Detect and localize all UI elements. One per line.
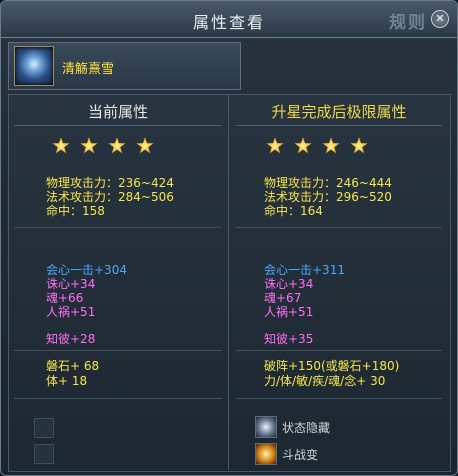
current-star-rating [52, 137, 164, 158]
section-divider [14, 398, 222, 399]
star-icon [108, 137, 126, 154]
section-divider [14, 350, 222, 351]
stat-line: 人祸+51 [46, 305, 96, 319]
stat-line: 人祸+51 [264, 305, 314, 319]
stat-line: 体+ 18 [46, 374, 88, 388]
status-slot-icon [34, 418, 54, 438]
stat-line: 知彼+28 [46, 332, 96, 346]
battle-slot-icon [34, 444, 54, 464]
star-icon [52, 137, 70, 154]
star-icon [266, 137, 284, 154]
star-icon [350, 137, 368, 154]
max-star-rating [266, 137, 378, 158]
item-name: 清觞熹雪 [62, 62, 115, 77]
rules-button[interactable]: 规则 [389, 8, 427, 33]
close-icon[interactable]: ✕ [431, 10, 449, 28]
status-hidden-icon[interactable] [255, 416, 277, 438]
section-divider [236, 398, 442, 399]
battle-change-label[interactable]: 斗战变 [282, 446, 318, 463]
star-icon [136, 137, 154, 154]
max-attributes-header: 升星完成后极限属性 [271, 103, 407, 121]
star-icon [322, 137, 340, 154]
section-divider [14, 227, 222, 228]
status-hidden-label[interactable]: 状态隐藏 [282, 419, 330, 436]
sword-item-icon[interactable] [14, 46, 54, 86]
stat-line: 命中：158 [46, 204, 105, 218]
stat-line: 命中：164 [264, 204, 323, 218]
header-divider [14, 125, 222, 126]
battle-change-icon[interactable] [255, 443, 277, 465]
section-divider [236, 227, 442, 228]
star-icon [294, 137, 312, 154]
star-icon [80, 137, 98, 154]
stat-line: 知彼+35 [264, 332, 314, 346]
stat-line: 力/体/敏/疾/魂/念+ 30 [264, 374, 386, 388]
section-divider [236, 350, 442, 351]
header-divider [236, 125, 442, 126]
title-bar: 属性查看 规则 ✕ [1, 1, 457, 38]
column-divider [228, 94, 229, 470]
current-attributes-header: 当前属性 [87, 103, 148, 121]
